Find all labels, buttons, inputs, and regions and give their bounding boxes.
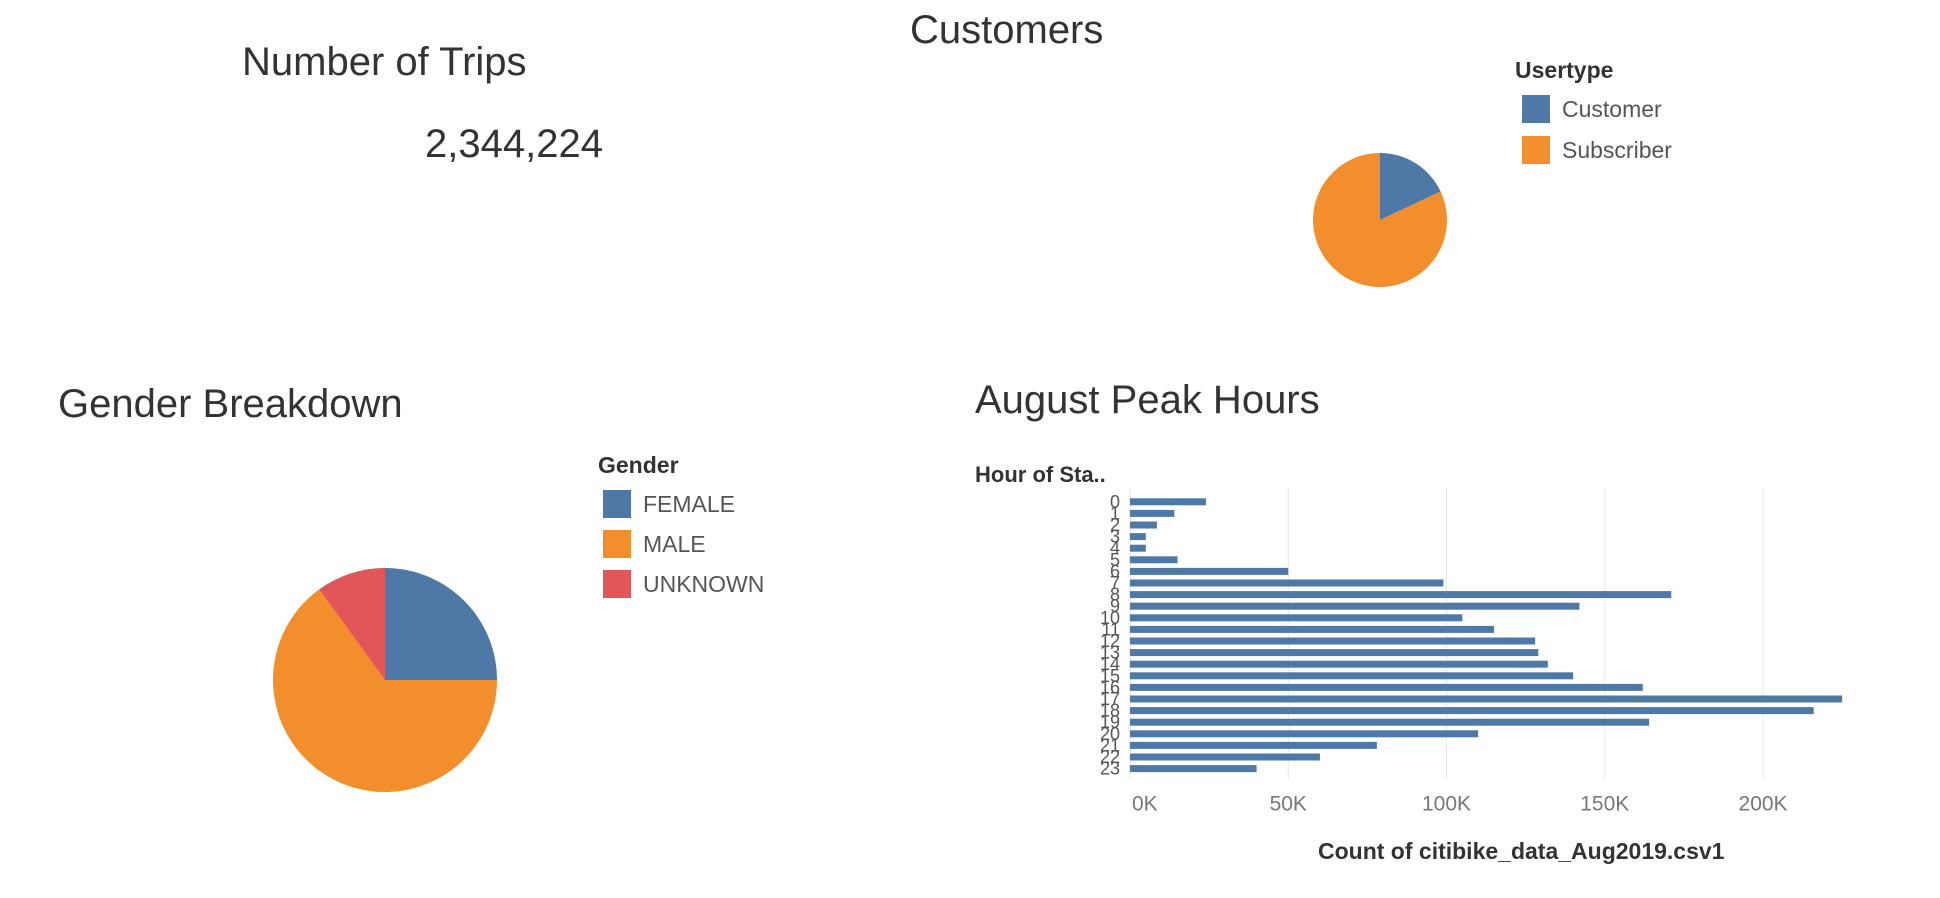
bar-hour-7[interactable]	[1130, 579, 1444, 587]
bar-hour-18[interactable]	[1130, 707, 1814, 715]
bar-hour-3[interactable]	[1130, 533, 1146, 541]
bar-hour-12[interactable]	[1130, 637, 1536, 645]
legend-label-female: FEMALE	[643, 490, 736, 517]
bar-hour-2[interactable]	[1130, 521, 1157, 529]
bar-hour-8[interactable]	[1130, 591, 1672, 599]
gender-legend-title: Gender	[598, 452, 679, 478]
hour-row-header: Hour of Sta..	[975, 462, 1106, 487]
gender-title: Gender Breakdown	[58, 382, 403, 426]
legend-item-male[interactable]: MALE	[603, 530, 706, 558]
x-tick-label: 200K	[1739, 792, 1788, 815]
legend-item-unknown[interactable]: UNKNOWN	[603, 570, 764, 598]
usertype-legend-title: Usertype	[1515, 57, 1614, 83]
bar-hour-6[interactable]	[1130, 567, 1289, 575]
bar-hour-15[interactable]	[1130, 672, 1574, 680]
x-tick-label: 50K	[1270, 792, 1307, 815]
gender-pie-slice-female[interactable]	[385, 568, 497, 680]
bar-hour-0[interactable]	[1130, 498, 1206, 506]
peak-hours-bar-chart: 01234567891011121314151617181920212223 0…	[1100, 488, 1843, 815]
bar-hour-22[interactable]	[1130, 753, 1320, 761]
legend-label-customer: Customer	[1562, 95, 1662, 122]
customers-title: Customers	[910, 8, 1104, 52]
legend-swatch-female	[603, 490, 631, 518]
trips-title: Number of Trips	[242, 40, 527, 84]
bar-hour-9[interactable]	[1130, 602, 1580, 610]
bar-hour-16[interactable]	[1130, 683, 1643, 691]
peak-hours-title: August Peak Hours	[975, 378, 1320, 422]
gender-pie-chart	[273, 568, 497, 792]
bar-hour-4[interactable]	[1130, 544, 1146, 552]
legend-item-female[interactable]: FEMALE	[603, 490, 735, 518]
bar-hour-11[interactable]	[1130, 625, 1494, 633]
y-tick-label: 23	[1100, 759, 1120, 779]
bar-hour-19[interactable]	[1130, 718, 1650, 726]
legend-swatch-male	[603, 530, 631, 558]
bar-hour-17[interactable]	[1130, 695, 1843, 703]
peak-hours-x-axis-label: Count of citibike_data_Aug2019.csv1	[1318, 838, 1725, 864]
bar-hour-23[interactable]	[1130, 765, 1257, 773]
bar-hour-21[interactable]	[1130, 741, 1377, 749]
legend-label-male: MALE	[643, 530, 706, 557]
trips-value: 2,344,224	[425, 122, 603, 166]
bar-hour-5[interactable]	[1130, 556, 1178, 564]
x-tick-label: 100K	[1422, 792, 1471, 815]
x-tick-label: 0K	[1132, 792, 1158, 815]
x-tick-label: 150K	[1580, 792, 1629, 815]
bar-hour-20[interactable]	[1130, 730, 1479, 738]
legend-label-unknown: UNKNOWN	[643, 570, 765, 597]
bar-hour-10[interactable]	[1130, 614, 1463, 622]
legend-swatch-subscriber	[1522, 136, 1550, 164]
bar-hour-1[interactable]	[1130, 509, 1175, 517]
legend-item-subscriber[interactable]: Subscriber	[1522, 136, 1672, 164]
customers-pie-chart	[1313, 153, 1447, 287]
bar-hour-14[interactable]	[1130, 660, 1548, 668]
legend-swatch-customer	[1522, 95, 1550, 123]
legend-swatch-unknown	[603, 570, 631, 598]
legend-label-subscriber: Subscriber	[1562, 136, 1672, 163]
legend-item-customer[interactable]: Customer	[1522, 95, 1662, 123]
bar-hour-13[interactable]	[1130, 649, 1539, 657]
